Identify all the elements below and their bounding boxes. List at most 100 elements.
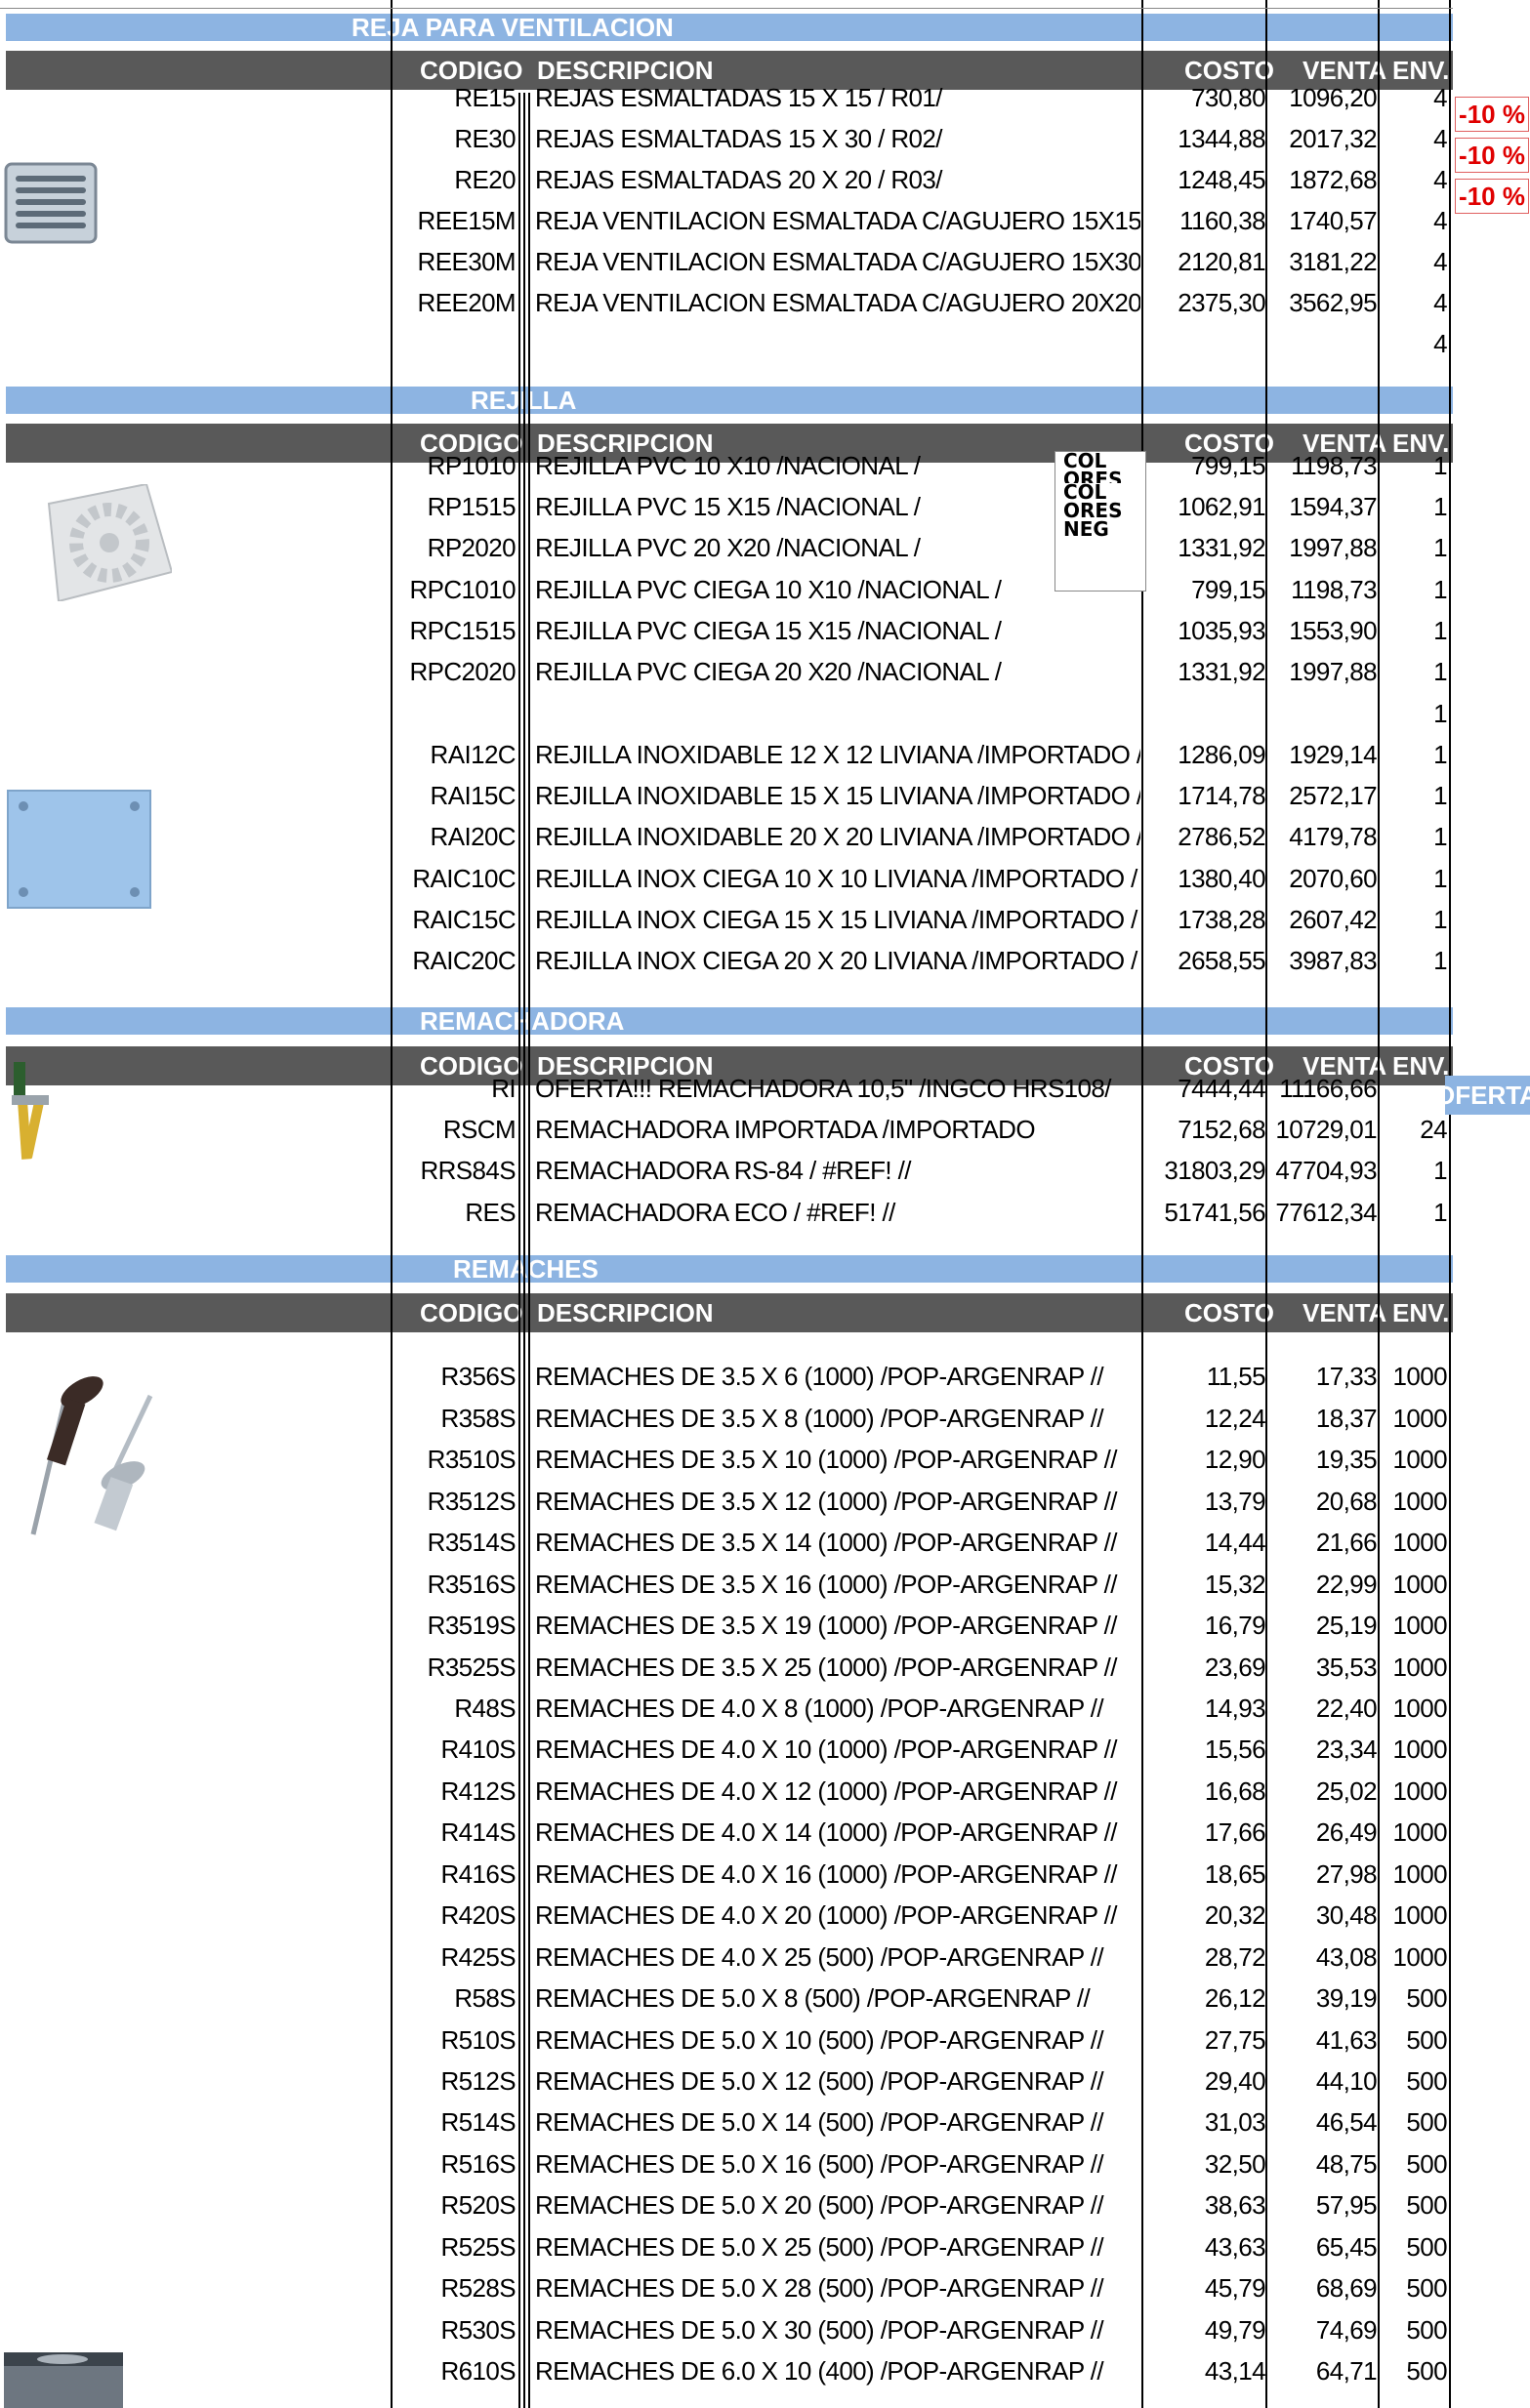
table-row: 1 <box>0 693 1530 734</box>
row-description: REJILLA PVC CIEGA 15 X15 /NACIONAL / <box>535 616 1002 645</box>
row-venta: 20,68 <box>1315 1487 1377 1516</box>
note-line: NEG <box>1063 517 1109 541</box>
row-description: REMACHES DE 6.0 X 10 (400) /POP-ARGENRAP… <box>535 2356 1104 2386</box>
header-env: ENV. <box>1392 1298 1450 1327</box>
row-description: REMACHES DE 5.0 X 28 (500) /POP-ARGENRAP… <box>535 2273 1104 2303</box>
row-description: REMACHES DE 5.0 X 8 (500) /POP-ARGENRAP … <box>535 1983 1091 2013</box>
colores-note: COL ORES COL ORES NEG <box>1054 451 1146 592</box>
row-env: 500 <box>1406 2107 1447 2137</box>
row-description: REJILLA INOXIDABLE 20 X 20 LIVIANA /IMPO… <box>535 822 1140 851</box>
row-costo: 1331,92 <box>1178 657 1265 686</box>
row-code: R516S <box>440 2149 517 2179</box>
stainless-grate-image <box>7 790 151 909</box>
row-costo: 15,32 <box>1204 1570 1265 1599</box>
table-row: R358S REMACHES DE 3.5 X 8 (1000) /POP-ARG… <box>0 1398 1530 1439</box>
row-env: 4 <box>1433 124 1447 153</box>
row-env: 1 <box>1433 781 1447 810</box>
remaches-section-band: REMACHES <box>6 1255 1453 1283</box>
header-codigo: CODIGO <box>420 1298 523 1327</box>
row-code: R530S <box>440 2315 517 2345</box>
row-env: 500 <box>1406 2356 1447 2386</box>
row-costo: 17,66 <box>1204 1817 1265 1847</box>
row-env: 1 <box>1433 657 1447 686</box>
row-code: RRS84S <box>420 1156 516 1185</box>
row-costo: 31803,29 <box>1164 1156 1265 1185</box>
row-costo: 1062,91 <box>1178 492 1265 521</box>
table-row: RP1010 REJILLA PVC 10 X10 /NACIONAL / 799,… <box>0 445 1530 486</box>
table-row: REE15M REJA VENTILACION ESMALTADA C/AGUJE… <box>0 200 1530 241</box>
table-row: R528S REMACHES DE 5.0 X 28 (500) /POP-ARG… <box>0 2267 1530 2308</box>
row-costo: 18,65 <box>1204 1859 1265 1889</box>
row-costo: 1714,78 <box>1178 781 1265 810</box>
row-venta: 1872,68 <box>1289 165 1377 194</box>
row-costo: 11,55 <box>1206 1362 1265 1391</box>
row-env: 1000 <box>1392 1570 1447 1599</box>
table-row: R512S REMACHES DE 5.0 X 12 (500) /POP-ARG… <box>0 2061 1530 2102</box>
row-code: R356S <box>440 1362 517 1391</box>
row-venta: 26,49 <box>1315 1817 1377 1847</box>
row-venta: 1198,73 <box>1291 451 1377 480</box>
row-costo: 49,79 <box>1204 2315 1265 2345</box>
row-env: 4 <box>1433 247 1447 276</box>
row-code: RPC1010 <box>409 575 516 604</box>
row-code: R520S <box>440 2190 517 2220</box>
row-costo: 43,14 <box>1204 2356 1265 2386</box>
row-costo: 2120,81 <box>1178 247 1265 276</box>
row-costo: 1160,38 <box>1179 206 1265 235</box>
row-costo: 14,44 <box>1204 1528 1265 1557</box>
row-env: 500 <box>1406 2315 1447 2345</box>
row-code: R528S <box>440 2273 517 2303</box>
row-venta: 1997,88 <box>1289 657 1377 686</box>
row-costo: 51741,56 <box>1164 1198 1265 1227</box>
row-costo: 32,50 <box>1204 2149 1265 2179</box>
remachadora-section-band: REMACHADORA <box>6 1007 1453 1035</box>
table-row: R510S REMACHES DE 5.0 X 10 (500) /POP-ARG… <box>0 2020 1530 2061</box>
table-row: R48S REMACHES DE 4.0 X 8 (1000) /POP-ARGE… <box>0 1688 1530 1729</box>
oferta-tag: OFERTA <box>1445 1076 1530 1115</box>
row-venta: 77612,34 <box>1275 1198 1377 1227</box>
row-description: REJILLA PVC 20 X20 /NACIONAL / <box>535 533 921 562</box>
row-costo: 16,68 <box>1204 1776 1265 1806</box>
row-env: 1000 <box>1392 1487 1447 1516</box>
row-venta: 57,95 <box>1315 2190 1377 2220</box>
row-venta: 1096,20 <box>1289 83 1377 112</box>
row-venta: 1929,14 <box>1289 740 1377 769</box>
row-description: REMACHES DE 5.0 X 10 (500) /POP-ARGENRAP… <box>535 2025 1104 2055</box>
row-costo: 2658,55 <box>1178 946 1265 975</box>
table-row: RAIC20C REJILLA INOX CIEGA 20 X 20 LIVIAN… <box>0 940 1530 981</box>
row-code: R525S <box>440 2232 517 2262</box>
table-row: R516S REMACHES DE 5.0 X 16 (500) /POP-ARG… <box>0 2143 1530 2184</box>
row-venta: 17,33 <box>1315 1362 1377 1391</box>
row-venta: 11166,66 <box>1279 1074 1377 1103</box>
row-env: 4 <box>1433 206 1447 235</box>
row-costo: 45,79 <box>1204 2273 1265 2303</box>
row-code: R3510S <box>427 1445 516 1474</box>
table-row: RP2020 REJILLA PVC 20 X20 /NACIONAL / 1331… <box>0 527 1530 568</box>
row-description: REJA VENTILACION ESMALTADA C/AGUJERO 15X… <box>535 206 1140 235</box>
row-env: 1 <box>1433 575 1447 604</box>
row-costo: 2375,30 <box>1178 288 1265 317</box>
grid-line <box>391 0 393 2408</box>
row-env: 1000 <box>1392 1900 1447 1930</box>
row-description: REMACHES DE 5.0 X 30 (500) /POP-ARGENRAP… <box>535 2315 1104 2345</box>
row-env: 1000 <box>1392 1653 1447 1682</box>
rejilla-section-band: REJILLA <box>6 387 1453 414</box>
row-env: 500 <box>1406 2273 1447 2303</box>
row-code: RAI12C <box>430 740 516 769</box>
row-code: R416S <box>440 1859 517 1889</box>
row-venta: 65,45 <box>1315 2232 1377 2262</box>
row-code: RP2020 <box>427 533 516 562</box>
row-costo: 799,15 <box>1191 575 1265 604</box>
row-description: REJILLA PVC CIEGA 20 X20 /NACIONAL / <box>535 657 1002 686</box>
row-venta: 10729,01 <box>1275 1115 1377 1144</box>
row-code: R3512S <box>427 1487 516 1516</box>
row-code: R512S <box>440 2066 517 2096</box>
row-env: 4 <box>1433 165 1447 194</box>
row-code: RAIC20C <box>412 946 516 975</box>
row-venta: 3562,95 <box>1289 288 1377 317</box>
row-env: 500 <box>1406 2025 1447 2055</box>
row-description: REJA VENTILACION ESMALTADA C/AGUJERO 15X… <box>535 247 1140 276</box>
table-row: R416S REMACHES DE 4.0 X 16 (1000) /POP-AR… <box>0 1854 1530 1895</box>
row-code: RI <box>491 1074 516 1103</box>
row-code: R510S <box>440 2025 517 2055</box>
